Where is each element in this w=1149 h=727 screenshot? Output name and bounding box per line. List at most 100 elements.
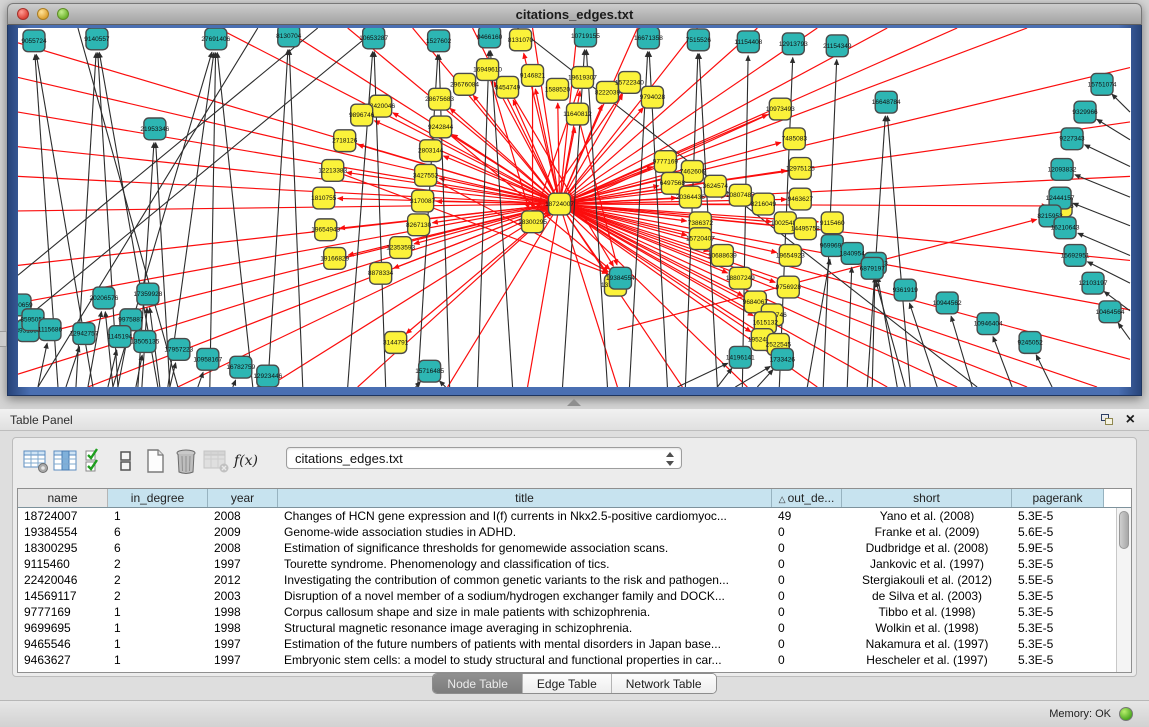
graph-node-label: 9896746 [349, 112, 375, 119]
graph-node-label: 20206576 [89, 295, 118, 302]
table-row[interactable]: 977716911998Corpus callosum shape and si… [18, 604, 1116, 620]
graph-node-label: 20364436 [676, 194, 705, 201]
close-panel-icon[interactable]: × [1126, 412, 1135, 428]
graph-node-label: 9777169 [653, 159, 679, 166]
graph-node-label: 16671358 [634, 35, 663, 42]
table-row[interactable]: 969969511998Structural magnetic resonanc… [18, 620, 1116, 636]
window-frame: 1872400722420046989674627181261221338318… [7, 25, 1142, 396]
column-header-pagerank[interactable]: pagerank [1012, 489, 1104, 507]
cell: 18724007 [18, 508, 108, 524]
window-title: citations_edges.txt [8, 7, 1141, 22]
graph-node-label: 9146821 [520, 72, 546, 79]
select-columns-icon[interactable] [81, 446, 111, 476]
table-row[interactable]: 1938455462009Genome-wide association stu… [18, 524, 1116, 540]
scrollbar-thumb[interactable] [1119, 511, 1129, 549]
table-row[interactable]: 946362711997Embryonic stem cells: a mode… [18, 652, 1116, 668]
cell: 0 [772, 652, 842, 668]
cell: 2 [108, 556, 208, 572]
network-canvas[interactable]: 1872400722420046989674627181261221338318… [18, 28, 1131, 387]
graph-node-label: 8267130 [406, 222, 432, 229]
graph-node-label: 16210643 [1051, 225, 1080, 232]
graph-node-label: 10807487 [726, 192, 755, 199]
cell: 0 [772, 604, 842, 620]
graph-node-label: 1733426 [770, 356, 796, 363]
dropdown-arrows-icon [665, 451, 675, 467]
graph-node-label: 9463627 [788, 196, 814, 203]
graph-node-label: 10464564 [1096, 309, 1125, 316]
graph-node-label: 10973493 [766, 106, 795, 113]
cell: 0 [772, 524, 842, 540]
table-row[interactable]: 1830029562008Estimation of significance … [18, 540, 1116, 556]
column-header-in-degree[interactable]: in_degree [108, 489, 208, 507]
show-column-icon[interactable] [51, 446, 81, 476]
row-height-icon[interactable] [111, 446, 141, 476]
tab-node-table[interactable]: Node Table [433, 674, 523, 693]
graph-node-label: 9242844 [428, 124, 454, 131]
graph-node-label: 19619307 [568, 74, 597, 81]
graph-node-label: 12923446 [253, 373, 282, 380]
cell: Stergiakouli et al. (2012) [842, 572, 1012, 588]
graph-node-label: 12444157 [1046, 195, 1075, 202]
graph-node-label: 18300295 [518, 219, 547, 226]
function-builder-icon[interactable]: f(x) [231, 446, 261, 476]
cell: 5.3E-5 [1012, 588, 1104, 604]
graph-node-label: 1145194 [108, 334, 133, 341]
table-row[interactable]: 1872400712008Changes of HCN gene express… [18, 508, 1116, 524]
cell: 2008 [208, 508, 278, 524]
delete-table-icon [201, 446, 231, 476]
graph-node-label: 10653287 [359, 35, 388, 42]
graph-node-label: 27691406 [201, 36, 230, 43]
graph-node-label: 9794028 [640, 94, 666, 101]
graph-node-label: 1588520 [545, 86, 571, 93]
network-canvas-svg[interactable]: 1872400722420046989674627181261221338318… [18, 28, 1131, 387]
cell: 9699695 [18, 620, 108, 636]
column-header-name[interactable]: name [18, 489, 108, 507]
table-row[interactable]: 911546021997Tourette syndrome. Phenomeno… [18, 556, 1116, 572]
column-header-year[interactable]: year [208, 489, 278, 507]
cell: 5.3E-5 [1012, 636, 1104, 652]
memory-status-label: Memory: OK [1049, 708, 1111, 720]
table-header-row: namein_degreeyeartitle△out_de...shortpag… [18, 489, 1131, 508]
graph-node-label: 7462606 [680, 168, 706, 175]
graph-node-label: 6879197 [860, 265, 886, 272]
graph-node-label: 19654923 [776, 252, 805, 259]
column-header-short[interactable]: short [842, 489, 1012, 507]
table-row[interactable]: 1456911722003Disruption of a novel membe… [18, 588, 1116, 604]
tab-network-table[interactable]: Network Table [612, 674, 716, 693]
cell: 2009 [208, 524, 278, 540]
graph-node-label: 19384554 [606, 275, 635, 282]
cell: 5.9E-5 [1012, 540, 1104, 556]
column-header-title[interactable]: title [278, 489, 772, 507]
cell: 5.3E-5 [1012, 508, 1104, 524]
panel-splitter[interactable] [0, 396, 1149, 409]
table-select-dropdown[interactable]: citations_edges.txt [286, 447, 682, 469]
cell: 5.3E-5 [1012, 556, 1104, 572]
graph-node-label: 18807249 [726, 275, 755, 282]
float-panel-icon[interactable] [1101, 414, 1114, 426]
cell: 9463627 [18, 652, 108, 668]
table-scrollbar[interactable] [1116, 508, 1131, 672]
cell: Changes of HCN gene expression and I(f) … [278, 508, 772, 524]
graph-node-label: 8878334 [368, 270, 394, 277]
graph-node-label: 14196141 [726, 354, 755, 361]
cell: 9465546 [18, 636, 108, 652]
graph-node-label: 9361919 [893, 287, 919, 294]
table-row[interactable]: 2242004622012Investigating the contribut… [18, 572, 1116, 588]
table-row[interactable]: 946554611997Estimation of the future num… [18, 636, 1116, 652]
table-settings-icon[interactable] [21, 446, 51, 476]
graph-node-label: 12093832 [1048, 166, 1077, 173]
cell: 1 [108, 604, 208, 620]
splitter-handle-icon[interactable] [567, 399, 581, 406]
cell: Embryonic stem cells: a model to study s… [278, 652, 772, 668]
delete-column-icon[interactable] [171, 446, 201, 476]
window-titlebar[interactable]: citations_edges.txt [7, 3, 1142, 25]
panel-collapse-handle[interactable] [0, 331, 7, 347]
graph-node-label: 1527602 [426, 38, 452, 45]
cell: Jankovic et al. (1997) [842, 556, 1012, 572]
new-table-icon[interactable] [141, 446, 171, 476]
graph-node-label: 10946404 [974, 321, 1003, 328]
graph-node-label: 7386372 [688, 220, 714, 227]
tab-edge-table[interactable]: Edge Table [523, 674, 612, 693]
graph-node-label: 8216049 [751, 201, 777, 208]
column-header-out-de-[interactable]: △out_de... [772, 489, 842, 507]
